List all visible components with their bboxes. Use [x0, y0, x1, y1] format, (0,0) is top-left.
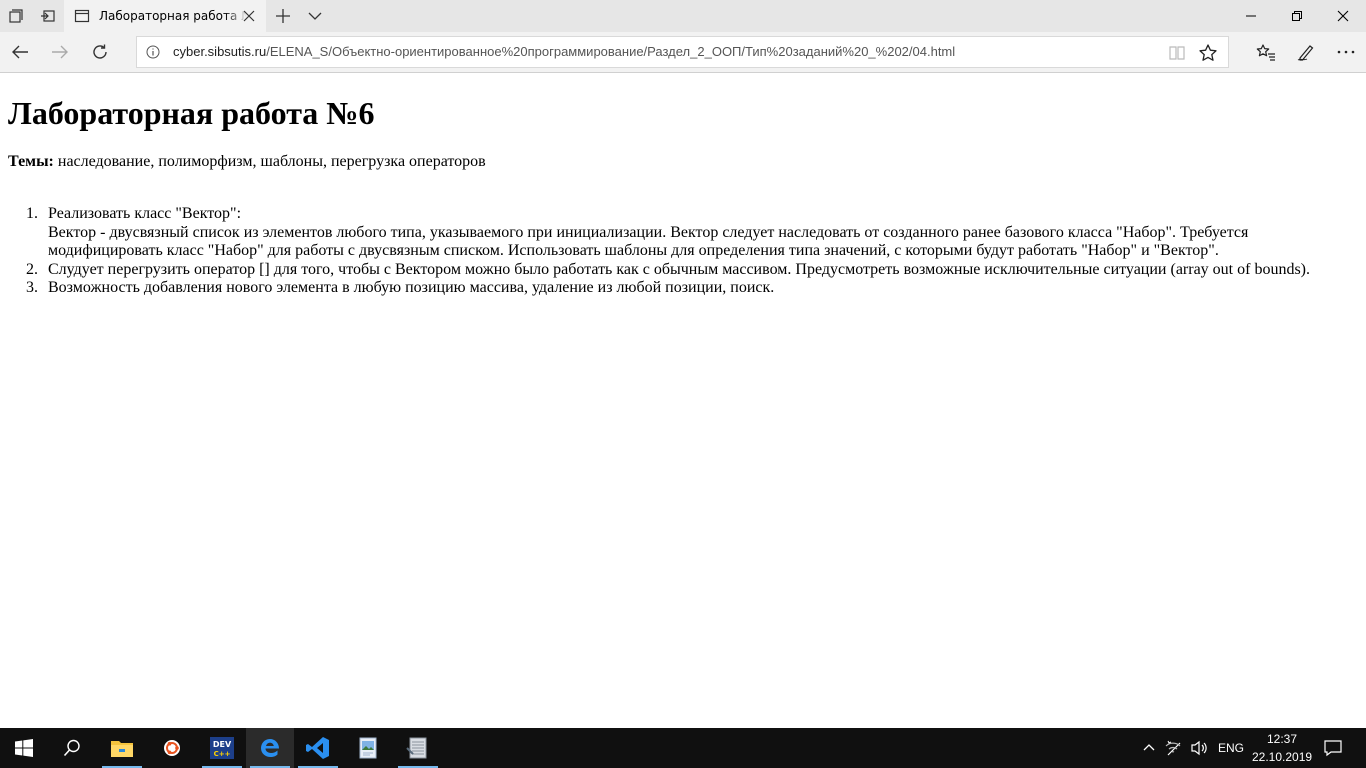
search-button[interactable] — [48, 728, 96, 768]
list-item-number: 3. — [26, 279, 38, 296]
favorites-list-icon — [1256, 44, 1275, 61]
close-tab-icon[interactable] — [242, 9, 256, 23]
more-menu-button[interactable] — [1326, 36, 1366, 68]
task-text: Слудует перегрузить оператор [] для того… — [48, 260, 1310, 278]
refresh-button[interactable] — [80, 36, 120, 68]
refresh-icon — [93, 44, 107, 59]
taskbar-terminal[interactable] — [394, 728, 442, 768]
taskbar-edge[interactable] — [246, 728, 294, 768]
tab-active[interactable]: Лабораторная работа №6 — [64, 0, 266, 32]
volume-icon[interactable] — [1190, 740, 1208, 756]
tab-title: Лабораторная работа №6 — [99, 9, 247, 23]
back-button[interactable] — [0, 36, 40, 68]
url-host: cyber.sibsutis.ru — [173, 44, 267, 59]
show-hidden-icons-icon[interactable] — [1143, 742, 1155, 754]
terminal-icon — [406, 737, 427, 759]
plus-icon — [276, 9, 290, 23]
list-item-number: 1. — [26, 205, 38, 222]
url-text[interactable]: cyber.sibsutis.ru/ELENA_S/Объектно-ориен… — [173, 44, 955, 59]
language-indicator[interactable]: ENG — [1218, 741, 1244, 755]
list-item: 2. Слудует перегрузить оператор [] для т… — [0, 261, 1348, 280]
windows-logo-icon — [15, 739, 33, 757]
list-item-number: 2. — [26, 260, 38, 278]
taskbar-vscode[interactable] — [294, 728, 342, 768]
page-title: Лабораторная работа №6 — [8, 95, 375, 131]
chevron-down-icon — [308, 12, 322, 20]
tabs-aside-icon — [9, 9, 23, 23]
clock-time[interactable]: 12:37 — [1266, 732, 1298, 746]
reading-view-icon[interactable] — [1168, 44, 1186, 62]
pen-icon — [1297, 45, 1314, 61]
search-icon — [63, 739, 80, 757]
svg-text:DEV: DEV — [213, 740, 232, 749]
set-tabs-aside-button[interactable] — [32, 0, 64, 32]
web-note-button[interactable] — [1286, 36, 1326, 68]
task-text: Возможность добавления нового элемента в… — [48, 279, 775, 296]
info-icon[interactable] — [146, 45, 160, 59]
tab-preview-button[interactable] — [299, 0, 331, 32]
set-aside-icon — [41, 10, 55, 22]
taskbar: DEV C++ ENG 12:37 22.10.2019 — [0, 728, 1366, 768]
taskbar-ubuntu[interactable] — [148, 728, 196, 768]
restore-icon — [1292, 11, 1302, 21]
network-icon[interactable] — [1164, 739, 1184, 757]
address-bar[interactable]: cyber.sibsutis.ru/ELENA_S/Объектно-ориен… — [136, 36, 1229, 68]
tab-actions-button[interactable] — [0, 0, 32, 32]
clock-date[interactable]: 22.10.2019 — [1252, 750, 1312, 764]
edge-icon — [261, 739, 279, 757]
favorites-hub-button[interactable] — [1246, 36, 1286, 68]
page-icon — [74, 8, 90, 24]
task-title: Реализовать класс "Вектор": — [48, 205, 242, 222]
notifications-icon[interactable] — [1324, 739, 1342, 757]
forward-button[interactable] — [40, 36, 80, 68]
page-content: Лабораторная работа №6 Темы: наследовани… — [0, 73, 1366, 728]
taskbar-image-viewer[interactable] — [344, 728, 392, 768]
arrow-left-icon — [12, 45, 28, 59]
image-viewer-icon — [359, 737, 377, 759]
browser-navbar: cyber.sibsutis.ru/ELENA_S/Объектно-ориен… — [0, 32, 1366, 73]
minimize-button[interactable] — [1228, 0, 1274, 32]
topics-line: Темы: наследование, полиморфизм, шаблоны… — [8, 152, 486, 172]
url-path: /ELENA_S/Объектно-ориентированное%20прог… — [266, 44, 956, 59]
minimize-icon — [1246, 15, 1256, 17]
task-list: 1. Реализовать класс "Вектор": Вектор - … — [0, 205, 1348, 298]
favorite-star-icon[interactable] — [1198, 43, 1218, 63]
topics-text: наследование, полиморфизм, шаблоны, пере… — [53, 153, 486, 170]
list-item: 1. Реализовать класс "Вектор": Вектор - … — [0, 205, 1348, 261]
topics-label: Темы: — [8, 153, 54, 170]
new-tab-button[interactable] — [267, 0, 299, 32]
more-dots-icon — [1337, 50, 1355, 54]
ubuntu-icon — [164, 740, 180, 756]
folder-icon — [111, 741, 133, 757]
restore-button[interactable] — [1274, 0, 1320, 32]
taskbar-devcpp[interactable]: DEV C++ — [198, 728, 246, 768]
start-button[interactable] — [0, 728, 48, 768]
svg-text:C++: C++ — [214, 750, 231, 758]
taskbar-file-explorer[interactable] — [98, 728, 146, 768]
browser-titlebar: Лабораторная работа №6 — [0, 0, 1366, 32]
list-item: 3. Возможность добавления нового элемент… — [0, 279, 1348, 298]
arrow-right-icon — [52, 45, 68, 59]
vscode-icon — [306, 737, 329, 759]
close-window-button[interactable] — [1320, 0, 1366, 32]
devcpp-icon: DEVC++ — [210, 737, 234, 759]
close-icon — [1337, 10, 1349, 22]
task-text: Вектор - двусвязный список из элементов … — [48, 223, 1249, 260]
